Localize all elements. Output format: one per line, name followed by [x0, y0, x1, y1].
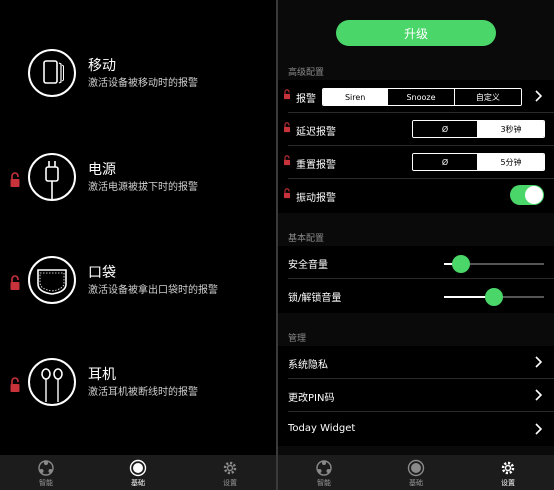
- section-title-basic: 基本配置: [288, 234, 325, 244]
- tab-bar: 智能 基础 设置: [278, 455, 554, 490]
- mode-title: 耳机: [88, 367, 116, 383]
- section-title-manage: 管理: [288, 334, 307, 344]
- option-custom[interactable]: 自定义: [454, 89, 521, 105]
- delay-selector: Ø 3秒钟: [412, 120, 545, 138]
- smart-icon: [316, 460, 332, 476]
- option-snooze[interactable]: Snooze: [388, 89, 455, 105]
- mode-description: 激活电源被拔下时的报警: [88, 182, 198, 193]
- option-none[interactable]: Ø: [413, 154, 479, 170]
- mode-description: 激活设备被拿出口袋时的报警: [88, 285, 218, 296]
- divider: [288, 411, 554, 412]
- mode-description: 激活设备被移动时的报警: [88, 78, 198, 89]
- unlock-volume-slider[interactable]: [444, 288, 544, 306]
- volume-slider[interactable]: [444, 255, 544, 273]
- tab-label: 设置: [223, 479, 237, 487]
- reset-selector: Ø 5分钟: [412, 153, 545, 171]
- tab-label: 基础: [131, 479, 145, 487]
- tab-label: 智能: [39, 479, 53, 487]
- lock-icon: [10, 172, 20, 187]
- volume-row: 安全音量: [278, 246, 554, 279]
- tab-smart[interactable]: 智能: [0, 455, 92, 490]
- vibrate-alarm-label: 振动报警: [296, 193, 336, 204]
- lock-icon: [284, 188, 290, 199]
- delay-alarm-row: 延迟报警 Ø 3秒钟: [278, 113, 554, 146]
- basic-icon: [129, 459, 147, 477]
- mode-earphones[interactable]: 耳机 激活耳机被断线时的报警: [0, 358, 276, 422]
- change-pin-label: 更改PIN码: [288, 393, 335, 404]
- volume-label: 安全音量: [288, 260, 328, 271]
- tab-settings[interactable]: 设置: [184, 455, 276, 490]
- slider-thumb[interactable]: [452, 255, 470, 273]
- manage-group: 系统隐私 更改PIN码 Today Widget: [278, 346, 554, 446]
- pocket-icon: [28, 256, 76, 304]
- vibrate-alarm-row: 振动报警: [278, 179, 554, 212]
- basic-modes-screen: 移动 激活设备被移动时的报警 电源 激活电源被拔下时的报警 口袋 激活设备被拿出…: [0, 0, 276, 490]
- alarm-sound-selector: Siren Snooze 自定义: [322, 88, 522, 106]
- mode-title: 移动: [88, 58, 116, 74]
- today-widget-label: Today Widget: [288, 423, 356, 434]
- tab-basic[interactable]: 基础: [92, 455, 184, 490]
- today-widget-row[interactable]: Today Widget: [278, 413, 554, 446]
- phone-motion-icon: [28, 49, 76, 97]
- mode-motion[interactable]: 移动 激活设备被移动时的报警: [0, 49, 276, 113]
- vibrate-toggle[interactable]: [510, 185, 544, 205]
- basic-icon: [407, 459, 425, 477]
- chevron-right-icon: [535, 356, 542, 368]
- charger-plug-icon: [28, 153, 76, 201]
- option-siren[interactable]: Siren: [323, 89, 389, 105]
- lock-icon: [10, 377, 20, 392]
- settings-screen: 升级 高级配置 报警 Siren Snooze 自定义 延迟报警 Ø 3秒钟 重…: [278, 0, 554, 490]
- mode-pocket[interactable]: 口袋 激活设备被拿出口袋时的报警: [0, 256, 276, 320]
- settings-gear-icon: [223, 461, 237, 475]
- reset-alarm-label: 重置报警: [296, 160, 336, 171]
- tab-smart[interactable]: 智能: [278, 455, 370, 490]
- lock-icon: [284, 155, 290, 166]
- option-none[interactable]: Ø: [413, 121, 479, 137]
- tab-basic[interactable]: 基础: [370, 455, 462, 490]
- section-title-advanced: 高级配置: [288, 68, 325, 78]
- mode-title: 口袋: [88, 265, 116, 281]
- mode-title: 电源: [88, 162, 116, 178]
- slider-thumb[interactable]: [485, 288, 503, 306]
- reset-alarm-row: 重置报警 Ø 5分钟: [278, 146, 554, 179]
- chevron-right-icon: [535, 389, 542, 401]
- tab-bar: 智能 基础 设置: [0, 455, 276, 490]
- chevron-right-icon[interactable]: [534, 90, 542, 102]
- change-pin-row[interactable]: 更改PIN码: [278, 379, 554, 412]
- tab-label: 智能: [317, 479, 331, 487]
- privacy-label: 系统隐私: [288, 360, 328, 371]
- chevron-right-icon: [535, 423, 542, 435]
- unlock-volume-label: 锁/解锁音量: [288, 293, 342, 304]
- tab-settings[interactable]: 设置: [462, 455, 554, 490]
- alarm-label: 报警: [296, 94, 316, 105]
- privacy-row[interactable]: 系统隐私: [278, 346, 554, 379]
- settings-gear-icon: [501, 461, 515, 475]
- smart-icon: [38, 460, 54, 476]
- basic-group: 安全音量 锁/解锁音量: [278, 246, 554, 313]
- unlock-volume-row: 锁/解锁音量: [278, 279, 554, 312]
- option-3-seconds[interactable]: 3秒钟: [478, 121, 544, 137]
- tab-label: 基础: [409, 479, 423, 487]
- mode-description: 激活耳机被断线时的报警: [88, 387, 198, 398]
- mode-power[interactable]: 电源 激活电源被拔下时的报警: [0, 153, 276, 217]
- delay-alarm-label: 延迟报警: [296, 127, 336, 138]
- earphones-icon: [28, 358, 76, 406]
- lock-icon: [10, 275, 20, 290]
- advanced-group: 报警 Siren Snooze 自定义 延迟报警 Ø 3秒钟 重置报警 Ø 5分: [278, 80, 554, 213]
- tab-label: 设置: [501, 479, 515, 487]
- lock-icon: [284, 122, 290, 133]
- toggle-knob: [525, 186, 543, 204]
- upgrade-button[interactable]: 升级: [336, 20, 496, 46]
- alarm-row: 报警 Siren Snooze 自定义: [278, 80, 554, 113]
- lock-icon: [284, 89, 290, 100]
- option-5-minutes[interactable]: 5分钟: [478, 154, 544, 170]
